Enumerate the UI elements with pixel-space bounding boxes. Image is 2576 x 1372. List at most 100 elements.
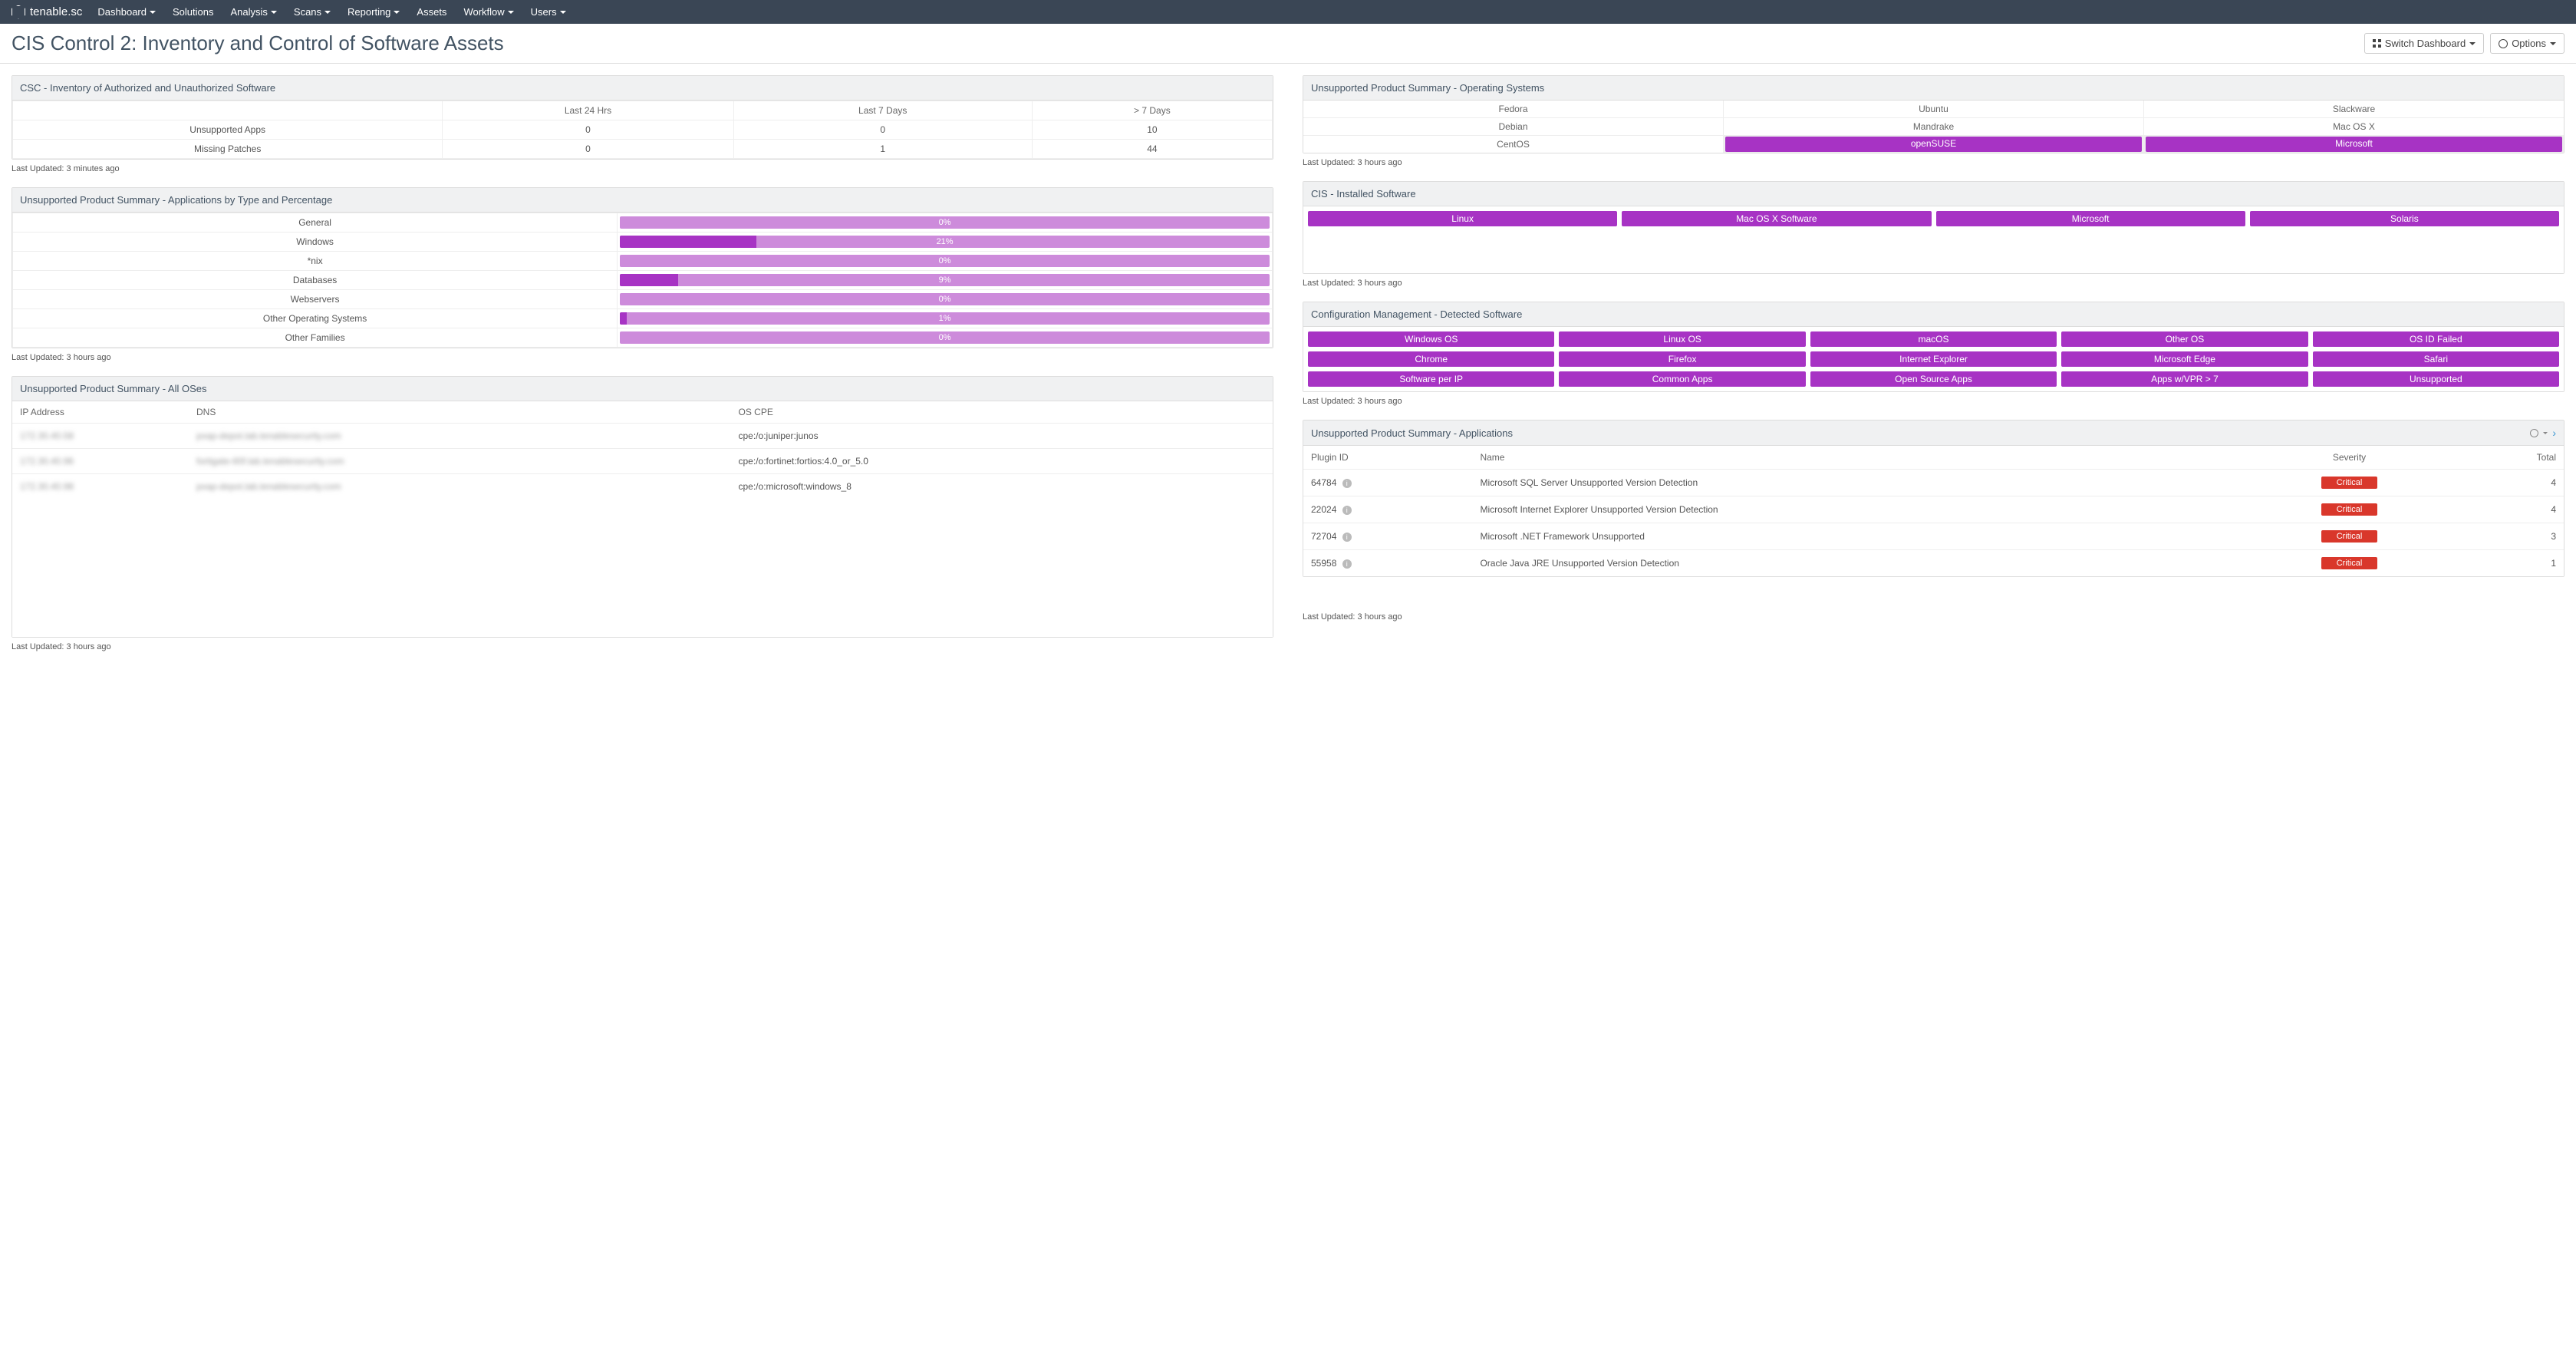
nav-item-solutions[interactable]: Solutions <box>173 6 213 18</box>
bar-cell[interactable]: 0% <box>618 213 1273 233</box>
page-header: CIS Control 2: Inventory and Control of … <box>0 24 2576 64</box>
bar-cell[interactable]: 0% <box>618 290 1273 309</box>
panel-header[interactable]: Unsupported Product Summary - Operating … <box>1303 76 2564 101</box>
nav-item-analysis[interactable]: Analysis <box>230 6 276 18</box>
chip[interactable]: OS ID Failed <box>2313 331 2559 347</box>
chip[interactable]: Firefox <box>1559 351 1805 367</box>
nav-item-dashboard[interactable]: Dashboard <box>97 6 156 18</box>
chip[interactable]: Chrome <box>1308 351 1554 367</box>
chip[interactable]: Microsoft Edge <box>2061 351 2308 367</box>
panel-header[interactable]: CIS - Installed Software <box>1303 182 2564 206</box>
main-nav: Dashboard Solutions Analysis Scans Reporting… <box>97 6 565 18</box>
table-row[interactable]: 22024 iMicrosoft Internet Explorer Unsup… <box>1303 496 2564 523</box>
table-row[interactable]: 172.30.40.98pxap-depot.lab.tenablesecuri… <box>12 474 1273 500</box>
os-cell[interactable]: CentOS <box>1303 136 1723 153</box>
table-row[interactable]: 64784 iMicrosoft SQL Server Unsupported … <box>1303 470 2564 496</box>
last-updated: Last Updated: 3 hours ago <box>1303 274 2564 288</box>
name-cell: Microsoft SQL Server Unsupported Version… <box>1472 470 2240 496</box>
bar-cell[interactable]: 9% <box>618 271 1273 290</box>
plugin-id-cell: 64784 i <box>1303 470 1472 496</box>
chevron-right-icon[interactable]: › <box>2552 427 2556 439</box>
panel-header[interactable]: CSC - Inventory of Authorized and Unauth… <box>12 76 1273 101</box>
os-cell[interactable]: Slackware <box>2144 101 2564 117</box>
table-row[interactable]: 72704 iMicrosoft .NET Framework Unsuppor… <box>1303 523 2564 550</box>
nav-item-reporting[interactable]: Reporting <box>348 6 400 18</box>
table-header: Total <box>2458 446 2564 470</box>
chevron-down-icon <box>324 11 331 14</box>
chip[interactable]: Other OS <box>2061 331 2308 347</box>
chip[interactable]: Internet Explorer <box>1810 351 2057 367</box>
row-label: Webservers <box>13 290 618 309</box>
chip[interactable]: Unsupported <box>2313 371 2559 387</box>
cell-value: 1 <box>733 140 1032 159</box>
panel-all-oses: Unsupported Product Summary - All OSes I… <box>12 376 1273 651</box>
chip[interactable]: Mac OS X Software <box>1622 211 1931 226</box>
chip[interactable]: Open Source Apps <box>1810 371 2057 387</box>
info-icon[interactable]: i <box>1342 533 1352 542</box>
bar-cell[interactable]: 1% <box>618 309 1273 328</box>
os-cell[interactable]: Debian <box>1303 118 1723 135</box>
chevron-down-icon <box>394 11 400 14</box>
options-button[interactable]: Options <box>2490 33 2564 54</box>
os-cell[interactable]: Ubuntu <box>1724 101 2143 117</box>
panel-installed-software: CIS - Installed Software Linux Mac OS X S… <box>1303 181 2564 288</box>
row-label: General <box>13 213 618 233</box>
table-row[interactable]: 55958 iOracle Java JRE Unsupported Versi… <box>1303 550 2564 577</box>
os-cell[interactable]: Fedora <box>1303 101 1723 117</box>
info-icon[interactable]: i <box>1342 479 1352 488</box>
panel-header[interactable]: Unsupported Product Summary - All OSes <box>12 377 1273 401</box>
severity-badge: Critical <box>2321 477 2378 489</box>
panel-header[interactable]: Unsupported Product Summary - Applicatio… <box>12 188 1273 213</box>
top-navbar: tenable.sc Dashboard Solutions Analysis Sca… <box>0 0 2576 24</box>
bar-cell[interactable]: 0% <box>618 328 1273 348</box>
last-updated: Last Updated: 3 hours ago <box>1303 153 2564 167</box>
bar-cell[interactable]: 0% <box>618 252 1273 271</box>
plugin-id-cell: 72704 i <box>1303 523 1472 550</box>
table-row[interactable]: 172.30.40.96fortigate-60f.lab.tenablesec… <box>12 449 1273 474</box>
panel-config-mgmt: Configuration Management - Detected Soft… <box>1303 302 2564 406</box>
row-label: Other Families <box>13 328 618 348</box>
chip[interactable]: Safari <box>2313 351 2559 367</box>
info-icon[interactable]: i <box>1342 559 1352 569</box>
hex-icon <box>12 5 25 19</box>
panel-header[interactable]: Configuration Management - Detected Soft… <box>1303 302 2564 327</box>
os-grid: FedoraUbuntuSlackware DebianMandrakeMac O… <box>1303 101 2564 153</box>
nav-item-users[interactable]: Users <box>531 6 566 18</box>
chip[interactable]: Software per IP <box>1308 371 1554 387</box>
config-chips: Windows OS Linux OS macOSOther OS OS ID Fai… <box>1303 327 2564 391</box>
switch-dashboard-button[interactable]: Switch Dashboard <box>2364 33 2485 54</box>
os-cell[interactable]: Microsoft <box>2146 137 2562 152</box>
nav-item-workflow[interactable]: Workflow <box>463 6 513 18</box>
os-cell[interactable]: Mac OS X <box>2144 118 2564 135</box>
chip[interactable]: Apps w/VPR > 7 <box>2061 371 2308 387</box>
chip[interactable]: Common Apps <box>1559 371 1805 387</box>
table-row[interactable]: 172.30.40.58pxap-depot.lab.tenablesecuri… <box>12 424 1273 449</box>
chip[interactable]: Linux <box>1308 211 1617 226</box>
ip-cell: 172.30.40.58 <box>12 424 189 449</box>
name-cell: Microsoft .NET Framework Unsupported <box>1472 523 2240 550</box>
chip[interactable]: Linux OS <box>1559 331 1805 347</box>
table-header: Name <box>1472 446 2240 470</box>
switch-dashboard-label: Switch Dashboard <box>2385 38 2466 49</box>
os-cell[interactable]: Mandrake <box>1724 118 2143 135</box>
chip[interactable]: Solaris <box>2250 211 2559 226</box>
row-label: Unsupported Apps <box>13 120 443 140</box>
brand-logo[interactable]: tenable.sc <box>12 5 82 19</box>
chip[interactable]: macOS <box>1810 331 2057 347</box>
nav-item-assets[interactable]: Assets <box>417 6 446 18</box>
info-icon[interactable]: i <box>1342 506 1352 515</box>
dns-cell: pxap-depot.lab.tenablesecurity.com <box>189 424 730 449</box>
os-cell[interactable]: openSUSE <box>1725 137 2142 152</box>
cpe-cell: cpe:/o:microsoft:windows_8 <box>731 474 1273 500</box>
panel-header[interactable]: Unsupported Product Summary - Applicatio… <box>1303 421 2564 446</box>
total-cell: 4 <box>2458 470 2564 496</box>
gear-icon[interactable] <box>2530 429 2538 437</box>
bar-cell[interactable]: 21% <box>618 233 1273 252</box>
chip[interactable]: Microsoft <box>1936 211 2245 226</box>
chip[interactable]: Windows OS <box>1308 331 1554 347</box>
total-cell: 3 <box>2458 523 2564 550</box>
nav-item-scans[interactable]: Scans <box>294 6 331 18</box>
chevron-down-icon[interactable] <box>2543 432 2548 434</box>
chevron-down-icon <box>560 11 566 14</box>
csc-table: Last 24 HrsLast 7 Days> 7 Days Unsupport… <box>12 101 1273 159</box>
